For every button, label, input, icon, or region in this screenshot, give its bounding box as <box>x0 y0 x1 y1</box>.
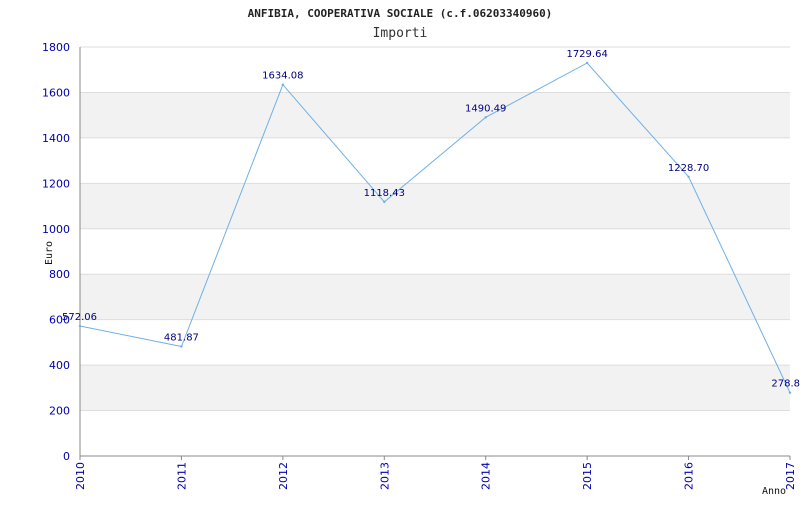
x-axis-label: Anno <box>762 486 786 497</box>
x-tick-label: 2012 <box>277 462 290 490</box>
x-tick-label: 2015 <box>581 462 594 490</box>
plot-bands <box>80 92 790 411</box>
data-label: 1118.43 <box>364 188 405 199</box>
data-point <box>484 116 487 119</box>
x-tick-label: 2013 <box>378 462 391 490</box>
data-label: 1490.49 <box>465 103 506 114</box>
y-tick-label: 0 <box>63 450 70 463</box>
data-label: 1228.70 <box>668 163 709 174</box>
data-label: 1729.64 <box>566 49 607 60</box>
chart-title: ANFIBIA, COOPERATIVA SOCIALE (c.f.062033… <box>248 7 553 20</box>
y-tick-label: 200 <box>49 405 70 418</box>
data-point <box>281 83 285 86</box>
x-tick-label: 2016 <box>683 462 696 490</box>
plot-band <box>80 92 790 138</box>
x-tick-label: 2010 <box>74 462 87 490</box>
y-tick-label: 1200 <box>42 177 70 190</box>
chart: ANFIBIA, COOPERATIVA SOCIALE (c.f.062033… <box>0 0 800 500</box>
data-label: 481.87 <box>164 333 199 344</box>
y-axis-label: Euro <box>44 241 55 265</box>
data-label: 572.06 <box>62 312 97 323</box>
data-label: 1634.08 <box>262 71 303 82</box>
data-point <box>78 324 82 328</box>
line-chart: ANFIBIA, COOPERATIVA SOCIALE (c.f.062033… <box>42 7 800 497</box>
data-label: 278.8 <box>771 379 800 390</box>
y-tick-label: 1400 <box>42 132 70 145</box>
x-tick-label: 2011 <box>175 462 188 490</box>
y-tick-label: 1800 <box>42 41 70 54</box>
plot-band <box>80 365 790 411</box>
data-point <box>788 391 792 394</box>
x-tick-labels: 2010 2011 2012 2013 2014 2015 2016 2017 <box>74 462 797 490</box>
plot-band <box>80 183 790 229</box>
y-tick-label: 1000 <box>42 223 70 236</box>
data-point <box>383 200 386 204</box>
plot-band <box>80 274 790 320</box>
y-tick-label: 800 <box>49 268 70 281</box>
y-tick-label: 400 <box>49 359 70 372</box>
data-point <box>180 345 183 348</box>
data-point <box>585 61 589 65</box>
y-tick-label: 1600 <box>42 86 70 99</box>
chart-subtitle: Importi <box>373 26 428 41</box>
data-point <box>687 175 690 179</box>
x-tick-label: 2014 <box>480 462 493 490</box>
